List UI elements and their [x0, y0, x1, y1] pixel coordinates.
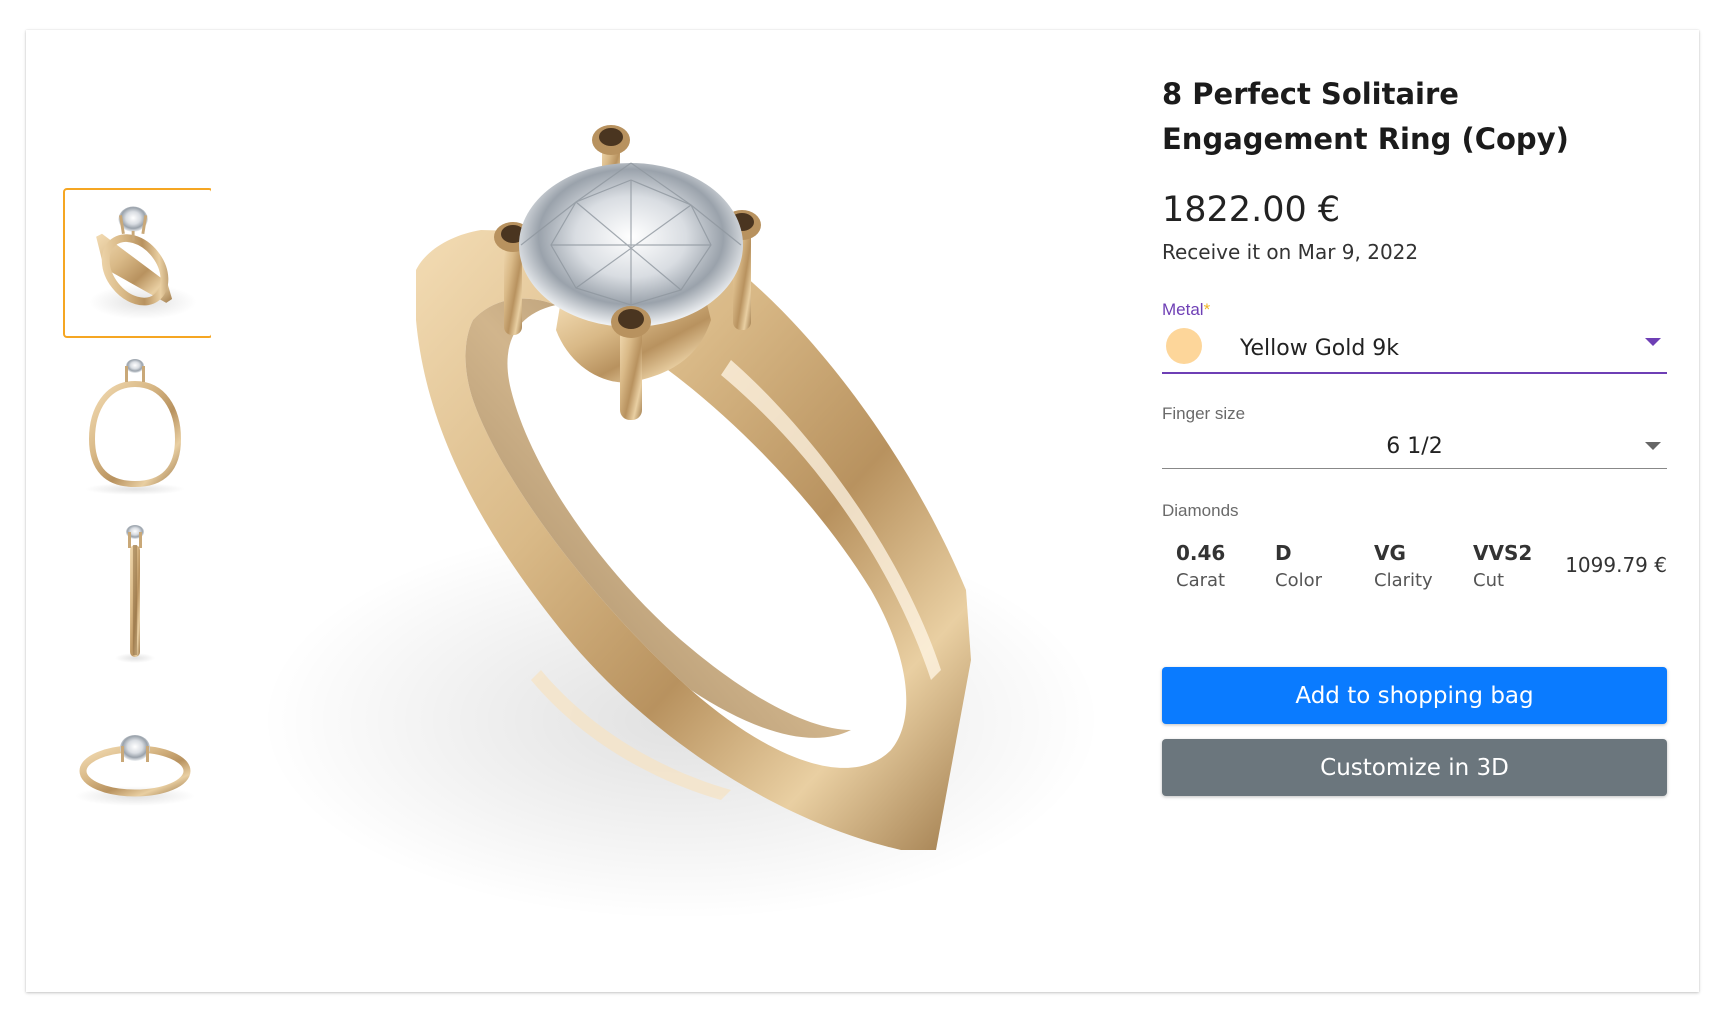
clarity-value: VG	[1374, 541, 1406, 565]
clarity-label: Clarity	[1374, 570, 1433, 591]
ring-front-image	[85, 359, 185, 495]
color-label: Color	[1275, 570, 1322, 591]
product-price: 1822.00 €	[1162, 190, 1341, 230]
product-details: 8 Perfect Solitaire Engagement Ring (Cop…	[1162, 72, 1667, 796]
metal-select[interactable]: Yellow Gold 9k	[1162, 320, 1667, 374]
spec-color: D Color	[1275, 539, 1322, 595]
add-to-bag-button[interactable]: Add to shopping bag	[1162, 667, 1667, 724]
chevron-down-icon	[1645, 338, 1661, 346]
thumbnail-perspective[interactable]	[63, 188, 213, 338]
metal-label-text: Metal	[1162, 300, 1204, 319]
finger-size-select[interactable]: 6 1/2	[1162, 424, 1667, 469]
chevron-down-icon	[1645, 442, 1661, 450]
ring-main-render	[211, 30, 1146, 962]
cut-value: VVS2	[1473, 541, 1533, 565]
finger-size-label: Finger size	[1162, 404, 1246, 423]
diamond-specs: 0.46 Carat D Color VG Clarity VVS2 Cut 1…	[1162, 539, 1667, 609]
spec-clarity: VG Clarity	[1374, 539, 1433, 595]
main-product-image[interactable]	[211, 30, 1146, 962]
thumbnail-gallery	[63, 188, 213, 852]
diamonds-label: Diamonds	[1162, 501, 1239, 520]
carat-label: Carat	[1176, 570, 1226, 591]
cut-label: Cut	[1473, 570, 1505, 591]
ring-side-image	[115, 525, 155, 663]
thumbnail-front[interactable]	[63, 354, 213, 504]
color-value: D	[1275, 541, 1292, 565]
delivery-date: Receive it on Mar 9, 2022	[1162, 240, 1419, 264]
spec-carat: 0.46 Carat	[1176, 539, 1225, 595]
carat-value: 0.46	[1176, 541, 1226, 565]
ring-top-angle-image	[75, 735, 195, 806]
ring-perspective-image	[89, 206, 197, 320]
spec-cut: VVS2 Cut	[1473, 539, 1532, 595]
thumbnail-side[interactable]	[63, 520, 213, 670]
product-title: 8 Perfect Solitaire Engagement Ring (Cop…	[1162, 77, 1569, 156]
finger-size-value: 6 1/2	[1386, 434, 1443, 459]
product-card: 8 Perfect Solitaire Engagement Ring (Cop…	[26, 30, 1699, 992]
customize-3d-button[interactable]: Customize in 3D	[1162, 739, 1667, 796]
diamond-price: 1099.79 €	[1565, 553, 1667, 577]
required-mark: *	[1203, 300, 1211, 319]
metal-color-swatch	[1166, 328, 1202, 364]
thumbnail-top-angle[interactable]	[63, 686, 213, 836]
metal-value: Yellow Gold 9k	[1240, 336, 1400, 361]
metal-label: Metal*	[1162, 300, 1667, 320]
